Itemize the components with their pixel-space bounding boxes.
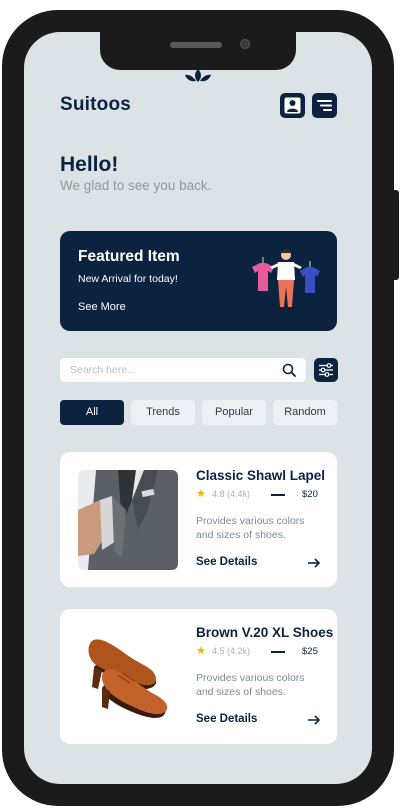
separator-dash: [271, 494, 285, 496]
menu-lines-icon: [317, 100, 332, 111]
separator-dash: [271, 651, 285, 653]
search-field[interactable]: [60, 358, 306, 382]
app-screen: Suitoos Hello! We glad to see you back. …: [24, 32, 372, 784]
arrow-right-icon[interactable]: [307, 556, 321, 570]
rating-row: ★ 4.5 (4.2k) $25: [196, 645, 326, 659]
star-icon: ★: [196, 488, 206, 500]
shopping-illustration: [252, 249, 320, 310]
sliders-icon: [319, 363, 333, 377]
product-card[interactable]: Brown V.20 XL Shoes ★ 4.5 (4.2k) $25 Pro…: [60, 609, 337, 744]
see-details-link[interactable]: See Details: [196, 556, 257, 568]
arrow-right-icon[interactable]: [307, 713, 321, 727]
tab-all[interactable]: All: [60, 400, 124, 425]
see-details-link[interactable]: See Details: [196, 713, 257, 725]
greeting-title: Hello!: [60, 153, 119, 176]
tab-popular[interactable]: Popular: [202, 400, 266, 425]
search-icon[interactable]: [282, 363, 296, 377]
product-rating: 4.5 (4.2k): [212, 646, 251, 656]
phone-notch: [100, 32, 296, 70]
product-description: Provides various colors and sizes of sho…: [196, 515, 305, 541]
see-more-link[interactable]: See More: [78, 301, 126, 313]
app-brand: Suitoos: [60, 94, 132, 115]
featured-subtitle: New Arrival for today!: [78, 273, 178, 285]
product-title: Brown V.20 XL Shoes: [196, 625, 334, 640]
product-rating: 4.8 (4.4k): [212, 489, 251, 499]
camera: [240, 39, 250, 49]
star-icon: ★: [196, 645, 206, 657]
phone-side-button: [394, 190, 399, 280]
product-description: Provides various colors and sizes of sho…: [196, 672, 305, 698]
brand-logo-icon: [185, 69, 211, 82]
featured-item-banner[interactable]: Featured Item New Arrival for today! See…: [60, 231, 337, 331]
rating-row: ★ 4.8 (4.4k) $20: [196, 488, 326, 502]
product-price: $20: [302, 489, 318, 500]
suit-photo: [78, 470, 178, 570]
brown-shoes-photo: [78, 627, 178, 727]
product-price: $25: [302, 646, 318, 657]
featured-title: Featured Item: [78, 248, 180, 265]
menu-button[interactable]: [312, 93, 337, 118]
profile-button[interactable]: [280, 93, 305, 118]
speaker: [170, 42, 222, 48]
user-icon: [284, 97, 301, 114]
product-card[interactable]: Classic Shawl Lapel ★ 4.8 (4.4k) $20 Pro…: [60, 452, 337, 587]
greeting-subtitle: We glad to see you back.: [60, 178, 212, 193]
product-title: Classic Shawl Lapel: [196, 468, 326, 483]
filter-button[interactable]: [314, 358, 338, 382]
search-input[interactable]: [70, 358, 270, 382]
tab-trends[interactable]: Trends: [131, 400, 195, 425]
tab-random[interactable]: Random: [273, 400, 337, 425]
